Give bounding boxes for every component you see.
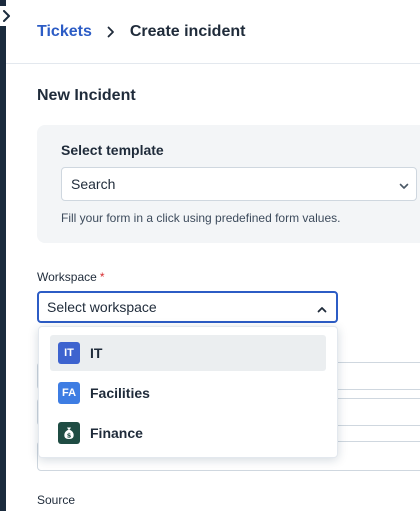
breadcrumb-current: Create incident (129, 22, 246, 40)
workspace-label: Workspace * (37, 270, 104, 284)
workspace-select[interactable]: Select workspace (37, 291, 338, 323)
chevron-down-icon (398, 179, 410, 197)
template-select-value: Search (71, 176, 116, 192)
template-card: Select template Search Fill your form in… (37, 125, 420, 243)
money-bag-icon: $ (58, 422, 80, 444)
template-label: Select template (61, 142, 164, 158)
page-title: New Incident (37, 87, 136, 104)
workspace-option-it[interactable]: IT IT (50, 335, 326, 371)
left-nav-rail (0, 0, 6, 511)
template-help-text: Fill your form in a click using predefin… (61, 211, 341, 225)
required-marker: * (99, 270, 105, 284)
facilities-workspace-icon: FA (58, 382, 80, 404)
source-label: Source (37, 493, 76, 507)
svg-text:$: $ (67, 431, 72, 439)
workspace-option-label: Finance (90, 425, 143, 441)
template-select[interactable]: Search (61, 167, 417, 201)
workspace-option-finance[interactable]: $ Finance (50, 415, 326, 451)
breadcrumb-separator-icon (106, 26, 116, 38)
breadcrumb-tickets-link[interactable]: Tickets (37, 23, 92, 41)
it-workspace-icon: IT (58, 342, 80, 364)
workspace-option-facilities[interactable]: FA Facilities (50, 375, 326, 411)
workspace-option-label: IT (90, 345, 103, 361)
workspace-select-placeholder: Select workspace (47, 299, 157, 315)
workspace-label-text: Workspace (37, 270, 97, 284)
workspace-option-label: Facilities (90, 385, 150, 401)
page-header: Tickets Create incident (6, 0, 420, 64)
chevron-up-icon (316, 303, 328, 321)
workspace-dropdown-menu: IT IT FA Facilities $ Finance (38, 326, 338, 458)
